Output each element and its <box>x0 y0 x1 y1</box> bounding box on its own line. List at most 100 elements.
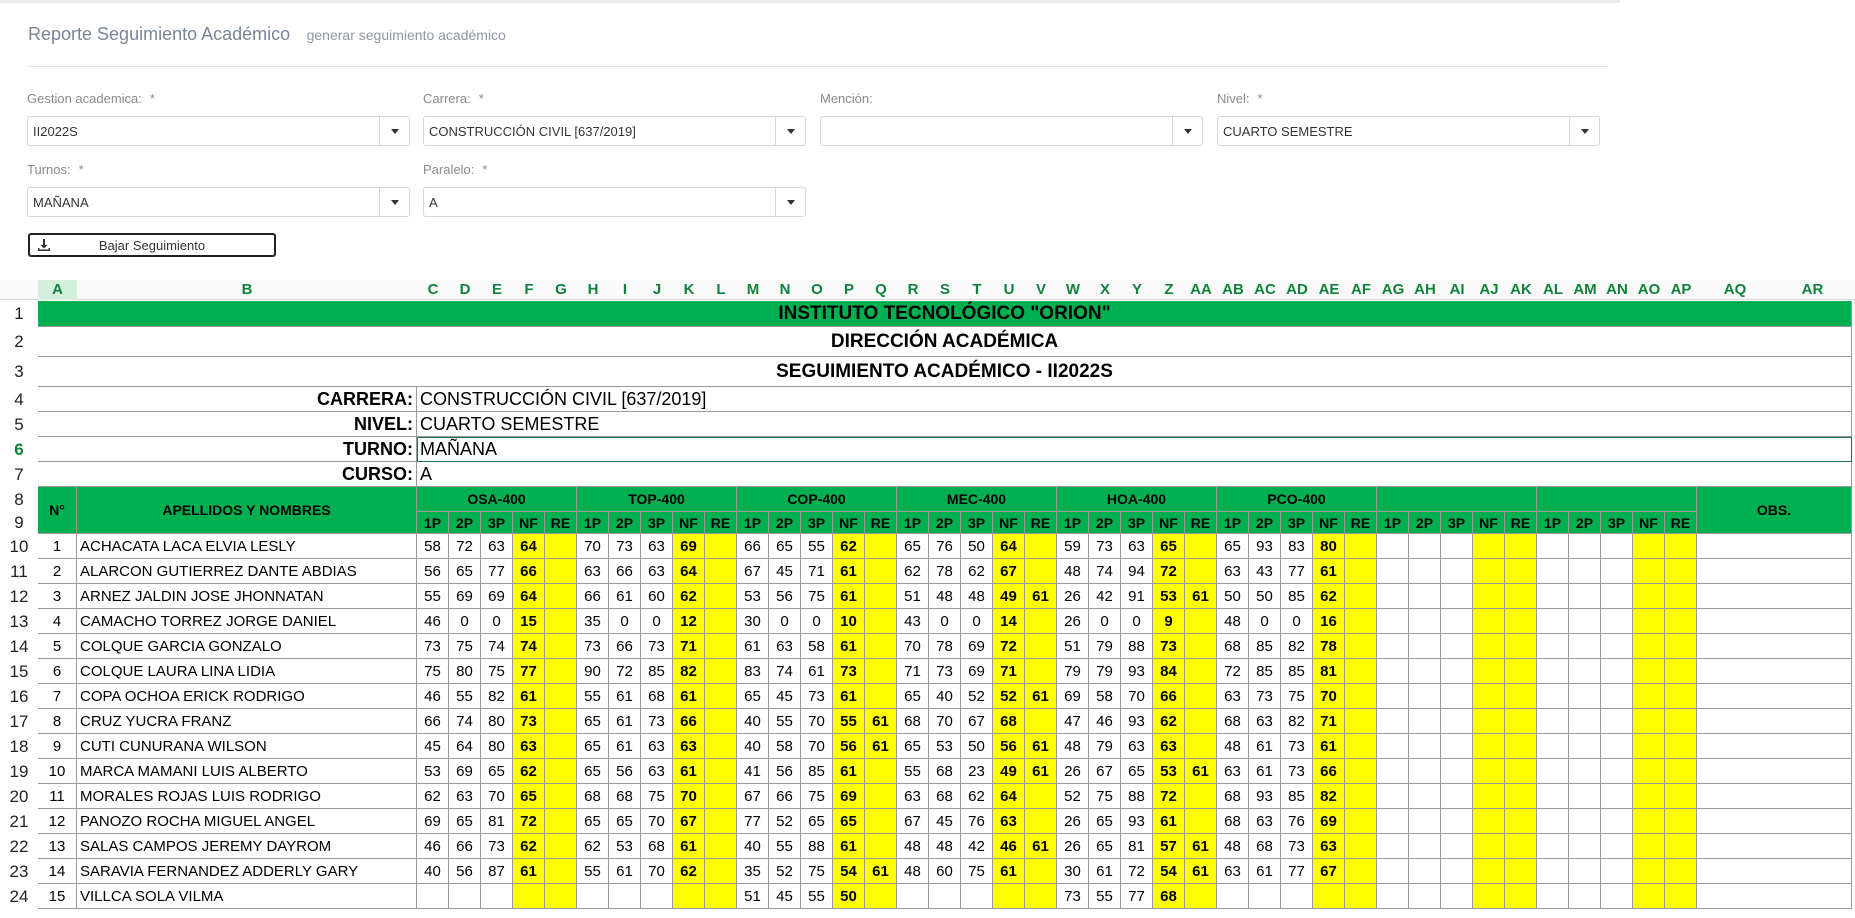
grade-cell[interactable] <box>1665 734 1697 759</box>
column-header-ap[interactable]: AP <box>1665 280 1697 300</box>
grade-cell[interactable]: 64 <box>993 534 1025 559</box>
grade-cell[interactable]: 69 <box>1057 684 1089 709</box>
grade-cell[interactable]: 78 <box>929 634 961 659</box>
grade-cell[interactable]: 53 <box>1153 584 1185 609</box>
grade-cell[interactable]: 50 <box>833 884 865 909</box>
student-name[interactable]: PANOZO ROCHA MIGUEL ANGEL <box>77 809 417 834</box>
grade-cell[interactable] <box>1409 759 1441 784</box>
student-name[interactable]: VILLCA SOLA VILMA <box>77 884 417 909</box>
grade-cell[interactable]: 64 <box>993 784 1025 809</box>
obs-cell[interactable] <box>1697 684 1852 709</box>
grade-cell[interactable]: 78 <box>929 559 961 584</box>
grade-cell[interactable]: 58 <box>1089 684 1121 709</box>
grade-cell[interactable]: 51 <box>1057 634 1089 659</box>
grade-cell[interactable]: 62 <box>417 784 449 809</box>
grade-cell[interactable]: 74 <box>481 634 513 659</box>
grade-cell[interactable] <box>1377 534 1409 559</box>
grade-cell[interactable]: 61 <box>1313 734 1345 759</box>
grade-cell[interactable]: 68 <box>641 834 673 859</box>
info-label[interactable]: TURNO: <box>38 437 417 462</box>
grade-cell[interactable] <box>417 884 449 909</box>
grade-cell[interactable]: 65 <box>1121 759 1153 784</box>
grade-cell[interactable] <box>897 884 929 909</box>
grade-cell[interactable] <box>513 884 545 909</box>
grade-cell[interactable] <box>1185 684 1217 709</box>
student-name[interactable]: CUTI CUNURANA WILSON <box>77 734 417 759</box>
grade-cell[interactable]: 16 <box>1313 609 1345 634</box>
grade-cell[interactable]: 69 <box>449 759 481 784</box>
col-header-obs[interactable]: OBS. <box>1697 487 1852 534</box>
grade-cell[interactable]: 66 <box>609 559 641 584</box>
column-header-b[interactable]: B <box>77 280 417 300</box>
grade-cell[interactable]: 61 <box>833 559 865 584</box>
grade-cell[interactable] <box>1441 659 1473 684</box>
grade-cell[interactable] <box>1505 584 1537 609</box>
grade-cell[interactable]: 61 <box>1025 759 1057 784</box>
grade-cell[interactable]: 64 <box>449 734 481 759</box>
student-number[interactable]: 1 <box>38 534 77 559</box>
grade-cell[interactable]: 72 <box>609 659 641 684</box>
row-header-4[interactable]: 4 <box>0 387 38 412</box>
grade-cell[interactable] <box>865 584 897 609</box>
grade-cell[interactable] <box>1345 559 1377 584</box>
grade-cell[interactable] <box>1025 709 1057 734</box>
grade-cell[interactable]: 72 <box>1217 659 1249 684</box>
grade-cell[interactable]: 52 <box>961 684 993 709</box>
grade-cell[interactable] <box>1473 784 1505 809</box>
column-header-ai[interactable]: AI <box>1441 280 1473 300</box>
subject-header[interactable] <box>1377 487 1537 512</box>
subject-header[interactable]: COP-400 <box>737 487 897 512</box>
grade-cell[interactable]: 61 <box>1185 584 1217 609</box>
grade-cell[interactable] <box>1377 784 1409 809</box>
grade-cell[interactable]: 50 <box>961 734 993 759</box>
sheet-title-institute[interactable]: INSTITUTO TECNOLÓGICO "ORION" <box>38 301 1852 327</box>
grade-cell[interactable]: 35 <box>737 859 769 884</box>
grade-cell[interactable]: 74 <box>449 709 481 734</box>
obs-cell[interactable] <box>1697 559 1852 584</box>
grade-cell[interactable]: 30 <box>1057 859 1089 884</box>
grade-cell[interactable]: 0 <box>1281 609 1313 634</box>
grade-cell[interactable]: 55 <box>577 684 609 709</box>
grade-cell[interactable]: 79 <box>1089 659 1121 684</box>
grade-cell[interactable] <box>1409 634 1441 659</box>
grade-cell[interactable]: 70 <box>577 534 609 559</box>
grade-cell[interactable]: 69 <box>961 659 993 684</box>
subcol-header-2p[interactable]: 2P <box>1409 512 1441 534</box>
grade-cell[interactable]: 93 <box>1121 659 1153 684</box>
grade-cell[interactable] <box>1473 609 1505 634</box>
grade-cell[interactable]: 48 <box>1057 559 1089 584</box>
column-header-l[interactable]: L <box>705 280 737 300</box>
grade-cell[interactable] <box>1665 684 1697 709</box>
grade-cell[interactable] <box>1313 884 1345 909</box>
grade-cell[interactable]: 46 <box>993 834 1025 859</box>
grade-cell[interactable] <box>1345 659 1377 684</box>
grade-cell[interactable]: 50 <box>1249 584 1281 609</box>
student-name[interactable]: MORALES ROJAS LUIS RODRIGO <box>77 784 417 809</box>
grade-cell[interactable] <box>705 884 737 909</box>
grade-cell[interactable] <box>1409 884 1441 909</box>
grade-cell[interactable]: 62 <box>673 584 705 609</box>
grade-cell[interactable] <box>1473 809 1505 834</box>
grade-cell[interactable] <box>545 834 577 859</box>
grade-cell[interactable]: 82 <box>481 684 513 709</box>
grade-cell[interactable] <box>545 584 577 609</box>
grade-cell[interactable] <box>865 634 897 659</box>
grade-cell[interactable]: 57 <box>1153 834 1185 859</box>
grade-cell[interactable]: 48 <box>961 584 993 609</box>
grade-cell[interactable]: 40 <box>737 734 769 759</box>
gestion-select[interactable]: II2022S <box>27 116 410 146</box>
grade-cell[interactable]: 75 <box>961 859 993 884</box>
col-header-name[interactable]: APELLIDOS Y NOMBRES <box>77 487 417 534</box>
student-name[interactable]: COLQUE GARCIA GONZALO <box>77 634 417 659</box>
subcol-header-3p[interactable]: 3P <box>1281 512 1313 534</box>
grade-cell[interactable]: 67 <box>993 559 1025 584</box>
grade-cell[interactable]: 60 <box>641 584 673 609</box>
grade-cell[interactable]: 65 <box>449 559 481 584</box>
grade-cell[interactable] <box>1601 859 1633 884</box>
grade-cell[interactable]: 48 <box>1057 734 1089 759</box>
row-header-20[interactable]: 20 <box>0 784 38 809</box>
gestion-dropdown-toggle[interactable] <box>379 117 409 145</box>
grade-cell[interactable] <box>865 759 897 784</box>
obs-cell[interactable] <box>1697 609 1852 634</box>
grade-cell[interactable]: 67 <box>737 559 769 584</box>
